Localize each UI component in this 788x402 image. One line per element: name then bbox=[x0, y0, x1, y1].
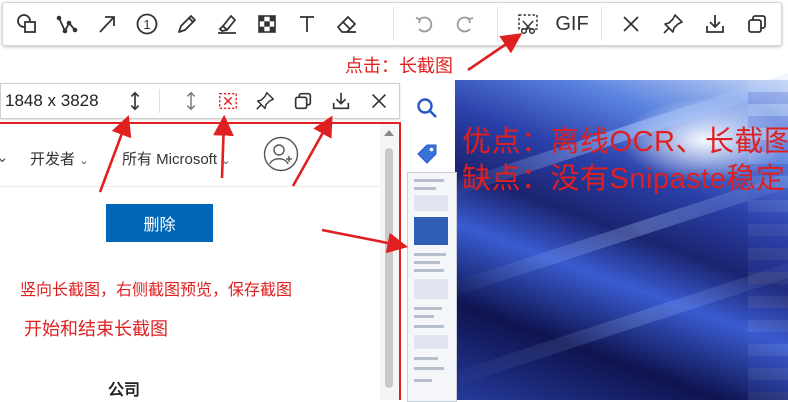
text-tool-button[interactable] bbox=[291, 9, 323, 39]
eraser-tool-button[interactable] bbox=[331, 9, 363, 39]
longshot-toolbar: 1848 x 3828 bbox=[0, 83, 400, 119]
close-button[interactable] bbox=[615, 9, 647, 39]
download-icon bbox=[706, 15, 724, 33]
copy-icon bbox=[748, 15, 766, 33]
pin-icon bbox=[663, 14, 683, 34]
longshot-annotation: 点击：长截图 bbox=[345, 56, 453, 76]
long-screenshot-icon bbox=[518, 14, 538, 35]
pen-tool-button[interactable] bbox=[171, 9, 203, 39]
preview-block bbox=[414, 195, 448, 211]
pin-icon bbox=[256, 92, 274, 110]
preview-line bbox=[414, 315, 434, 318]
chevron-down-icon: ⌄ bbox=[221, 155, 231, 167]
preview-line bbox=[414, 269, 444, 272]
close-button[interactable] bbox=[366, 89, 392, 113]
mosaic-tool-button[interactable] bbox=[251, 9, 283, 39]
cons-annotation: 缺点：没有Snipaste稳定 bbox=[462, 163, 786, 195]
start-end-annotation: 开始和结束长截图 bbox=[24, 319, 168, 339]
mosaic-icon bbox=[258, 15, 276, 33]
longshot-side-panel bbox=[403, 80, 457, 402]
shape-tool-button[interactable] bbox=[11, 9, 43, 39]
nav-item-all-microsoft[interactable]: 所有 Microsoft ⌄ bbox=[122, 148, 230, 169]
arrow-tool-button[interactable] bbox=[91, 9, 123, 39]
preview-line bbox=[414, 357, 438, 360]
pin-button[interactable] bbox=[252, 89, 278, 113]
text-icon bbox=[300, 16, 314, 32]
toolbar-divider bbox=[393, 7, 394, 41]
chevron-down-icon: ⌄ bbox=[79, 155, 89, 167]
highlighter-icon bbox=[218, 15, 236, 34]
toolbar-divider bbox=[601, 7, 602, 41]
close-icon bbox=[371, 93, 387, 109]
nav-item-developer[interactable]: 开发者 ⌄ bbox=[30, 148, 88, 169]
nav-item-label: 所有 Microsoft bbox=[122, 151, 218, 168]
copy-button[interactable] bbox=[741, 9, 773, 39]
preview-line bbox=[414, 325, 444, 328]
download-icon bbox=[332, 92, 350, 110]
preview-line bbox=[414, 261, 440, 264]
company-label: 公司 bbox=[108, 382, 141, 399]
preview-line bbox=[414, 307, 442, 310]
save-button[interactable] bbox=[328, 89, 354, 113]
copy-icon bbox=[294, 92, 312, 110]
preview-line bbox=[414, 379, 432, 382]
shape-icon bbox=[17, 14, 36, 33]
stop-longshot-icon bbox=[219, 92, 237, 110]
preview-banner bbox=[414, 217, 448, 245]
toolbar-divider bbox=[159, 89, 160, 113]
scroll-up-icon[interactable] bbox=[384, 130, 394, 136]
undo-icon bbox=[415, 16, 433, 33]
webpage-nav: ⌄ 开发者 ⌄ 所有 Microsoft ⌄ bbox=[0, 124, 380, 187]
marker-tool-button[interactable] bbox=[211, 9, 243, 39]
preview-line bbox=[414, 253, 446, 256]
size-readout: 1848 x 3828 bbox=[5, 91, 99, 110]
vertical-longshot-annotation: 竖向长截图，右侧截图预览，保存截图 bbox=[20, 282, 293, 299]
vertical-scroll-button[interactable] bbox=[178, 89, 204, 113]
number-tool-button[interactable]: 1 bbox=[131, 9, 163, 39]
capture-region: ⌄ 开发者 ⌄ 所有 Microsoft ⌄ bbox=[0, 122, 401, 400]
preview-line bbox=[414, 367, 444, 370]
wallpaper-streak bbox=[443, 245, 788, 389]
gif-icon: GIF bbox=[555, 12, 589, 35]
tag-icon[interactable] bbox=[415, 142, 439, 166]
nav-chevron-icon[interactable]: ⌄ bbox=[0, 148, 9, 166]
number-circle-icon: 1 bbox=[136, 13, 158, 35]
pros-annotation: 优点：离线OCR、长截图 bbox=[462, 126, 788, 158]
preview-line bbox=[414, 179, 444, 182]
polyline-icon bbox=[56, 15, 78, 34]
preview-block bbox=[414, 335, 448, 349]
scroll-thumb[interactable] bbox=[385, 148, 393, 388]
eraser-icon bbox=[337, 16, 356, 33]
longshot-preview[interactable] bbox=[407, 172, 457, 402]
preview-block bbox=[414, 279, 448, 299]
search-icon[interactable] bbox=[415, 96, 439, 120]
gif-button[interactable]: GIF bbox=[553, 9, 591, 39]
stop-longshot-button[interactable] bbox=[215, 89, 241, 113]
close-icon bbox=[623, 16, 639, 32]
undo-button[interactable] bbox=[408, 9, 440, 39]
nav-item-label: 开发者 bbox=[30, 151, 76, 168]
polyline-tool-button[interactable] bbox=[51, 9, 83, 39]
toolbar-divider bbox=[497, 7, 498, 41]
resize-vertical-icon bbox=[130, 91, 140, 111]
long-screenshot-button[interactable] bbox=[512, 9, 544, 39]
screenshot-toolbar: 1 GIF bbox=[2, 2, 782, 46]
arrow-icon bbox=[99, 16, 115, 33]
redo-button[interactable] bbox=[449, 9, 481, 39]
preview-line bbox=[414, 187, 436, 190]
pin-button[interactable] bbox=[657, 9, 689, 39]
delete-button[interactable]: 删除 bbox=[106, 204, 213, 242]
page-scrollbar[interactable] bbox=[380, 124, 399, 400]
number-label: 1 bbox=[143, 17, 150, 32]
copy-button[interactable] bbox=[290, 89, 316, 113]
pencil-icon bbox=[178, 15, 196, 33]
account-avatar-icon[interactable] bbox=[263, 136, 299, 172]
save-button[interactable] bbox=[699, 9, 731, 39]
resize-vertical-icon bbox=[186, 91, 196, 111]
redo-icon bbox=[456, 16, 474, 33]
resize-handle-button[interactable] bbox=[122, 89, 148, 113]
